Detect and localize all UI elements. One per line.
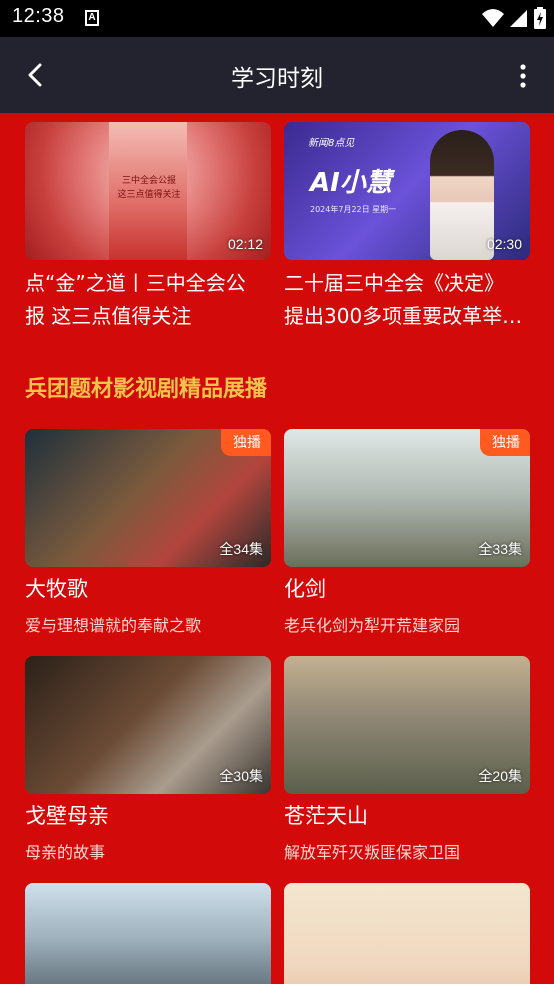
series-poster: 全20集 [284, 656, 530, 794]
status-time: 12:38 [12, 5, 65, 27]
episode-count: 全30集 [219, 768, 263, 784]
series-poster: 独播 全34集 [25, 429, 271, 567]
episode-count: 全33集 [478, 541, 522, 557]
series-title: 苍茫天山 [284, 804, 368, 828]
signal-icon [510, 10, 527, 27]
exclusive-badge: 独播 [480, 429, 530, 456]
content-scroll[interactable]: 三中全会公报 这三点值得关注 02:12 点“金”之道丨三中全会公 报 这三点值… [0, 113, 554, 984]
battery-icon [534, 7, 546, 29]
notification-a-icon: A [85, 10, 99, 26]
series-subtitle: 解放军歼灭叛匪保家卫国 [284, 843, 461, 862]
thumbnail-presenter [430, 130, 494, 260]
duration-label: 02:30 [486, 236, 522, 252]
series-title: 大牧歌 [25, 577, 88, 601]
video-thumbnail: 三中全会公报 这三点值得关注 02:12 [25, 122, 271, 260]
series-poster: 独播 全33集 [284, 429, 530, 567]
series-subtitle: 老兵化剑为犁开荒建家园 [284, 616, 461, 635]
duration-label: 02:12 [227, 236, 263, 252]
status-bar: 12:38 A [0, 0, 554, 37]
thumbnail-caption: 三中全会公报 [121, 176, 176, 186]
status-icons [482, 7, 546, 29]
series-poster: 全30集 [25, 656, 271, 794]
more-options-icon[interactable] [518, 62, 528, 90]
series-poster [284, 883, 530, 984]
series-title: 戈壁母亲 [25, 804, 109, 828]
series-subtitle: 母亲的故事 [25, 843, 106, 862]
episode-count: 全20集 [478, 768, 522, 784]
wifi-icon [482, 9, 504, 27]
series-subtitle: 爱与理想谱就的奉献之歌 [25, 616, 202, 635]
series-title: 化剑 [284, 577, 326, 601]
episode-count: 全34集 [219, 541, 263, 557]
thumbnail-caption: AI小慧 [310, 168, 392, 198]
page-title: 学习时刻 [231, 66, 323, 92]
video-thumbnail: 新闻8点见 AI小慧 2024年7月22日 星期一 02:30 [284, 122, 530, 260]
top-nav-bar: 学习时刻 [0, 37, 554, 113]
thumbnail-date: 2024年7月22日 星期一 [310, 205, 397, 214]
section-heading: 兵团题材影视剧精品展播 [25, 377, 268, 402]
exclusive-badge: 独播 [221, 429, 271, 456]
series-poster [25, 883, 271, 984]
video-title: 二十届三中全会《决定》 提出300多项重要改革举… [284, 271, 523, 328]
thumbnail-caption: 这三点值得关注 [117, 190, 181, 200]
thumbnail-brand: 新闻8点见 [308, 138, 355, 149]
video-title: 点“金”之道丨三中全会公 报 这三点值得关注 [25, 271, 246, 328]
